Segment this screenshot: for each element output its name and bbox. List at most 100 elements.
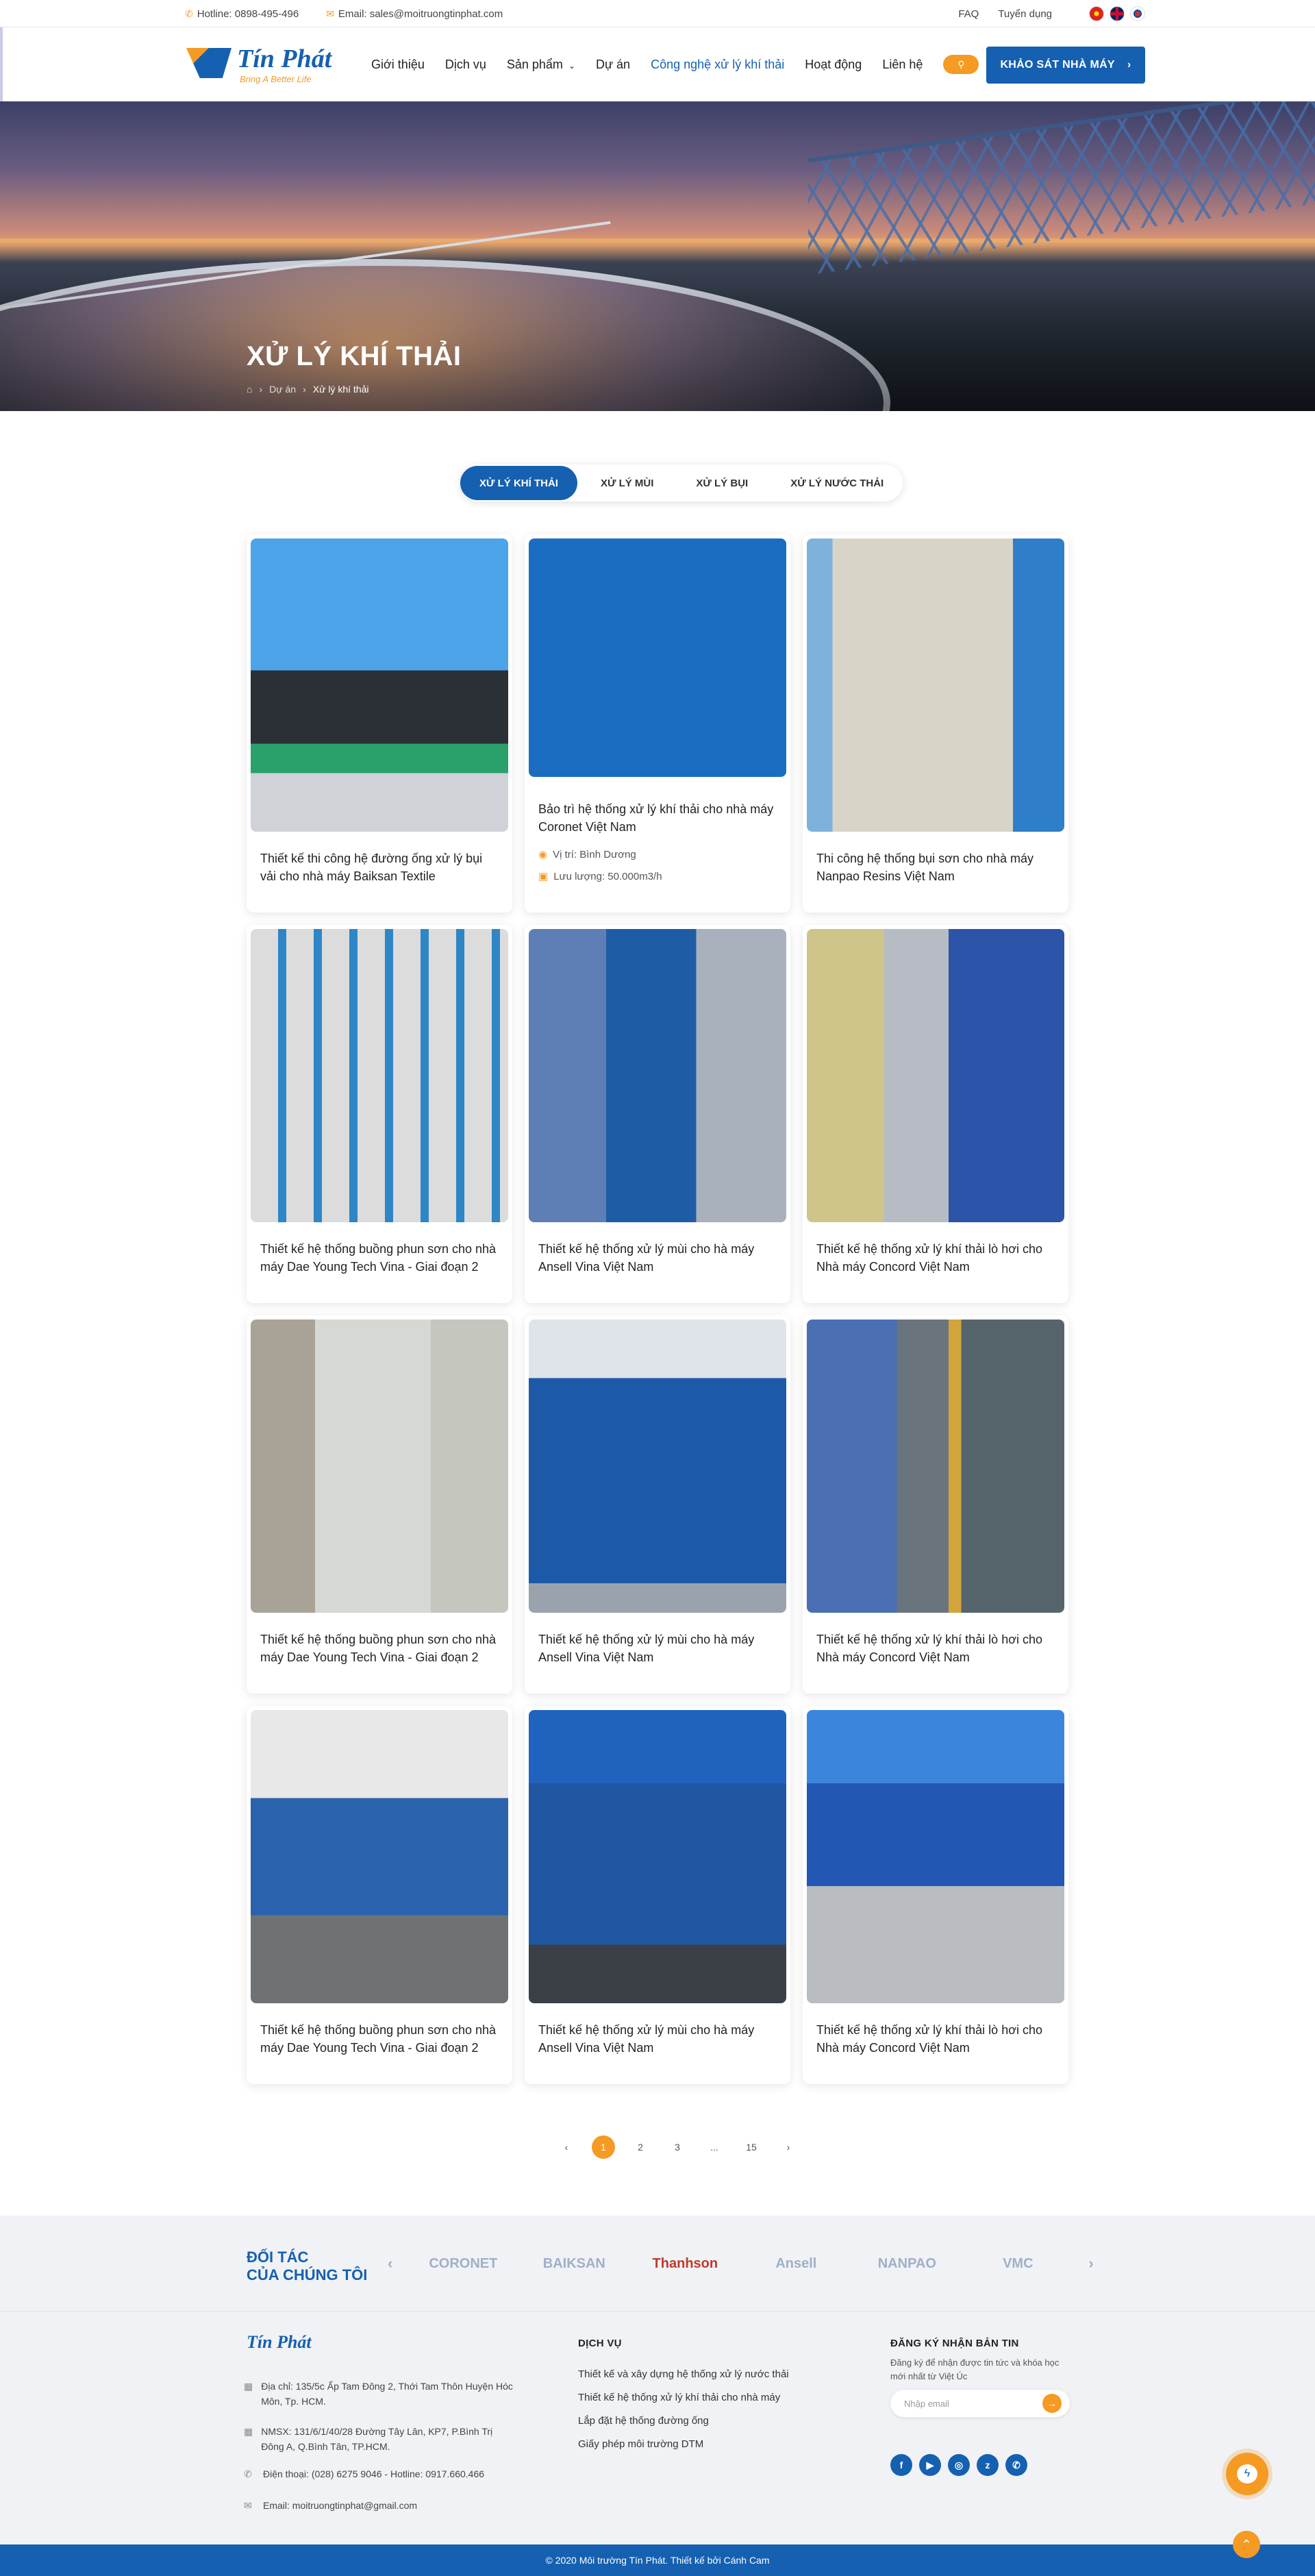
project-card[interactable]: Thiết kế hệ thống xử lý khí thải lò hơi … <box>803 1706 1068 2084</box>
nav-services[interactable]: Dịch vụ <box>445 58 486 72</box>
nav-activities[interactable]: Hoạt động <box>805 58 862 72</box>
site-logo[interactable]: Tín Phát Bring A Better Life <box>186 44 348 85</box>
uk-flag-icon[interactable] <box>1110 6 1125 21</box>
messenger-chat-button[interactable]: ϟ <box>1226 2453 1268 2495</box>
service-link[interactable]: Giấy phép môi trường DTM <box>578 2437 789 2452</box>
project-image[interactable] <box>529 538 786 777</box>
vietnam-flag-icon[interactable] <box>1089 6 1104 21</box>
factory-survey-button[interactable]: KHẢO SÁT NHÀ MÁY › <box>986 47 1145 84</box>
project-title[interactable]: Thiết kế hệ thống xử lý mùi cho hà máy A… <box>538 1631 778 1666</box>
tab-exhaust[interactable]: XỬ LÝ KHÍ THẢI <box>460 466 577 500</box>
zalo-icon[interactable]: z <box>977 2454 999 2476</box>
page-ellipsis: ... <box>710 2142 718 2153</box>
breadcrumb-projects[interactable]: Dự án <box>269 384 296 395</box>
footer-email-text: Email: moitruongtinphat@gmail.com <box>263 2500 418 2511</box>
service-link[interactable]: Thiết kế hệ thống xử lý khí thải cho nhà… <box>578 2390 789 2405</box>
nav-products[interactable]: Sản phẩm ⌄ <box>507 58 575 72</box>
partner-logo-baiksan[interactable]: BAIKSAN <box>534 2256 614 2272</box>
breadcrumb: ⌂ › Dự án › Xử lý khí thải <box>247 384 369 395</box>
project-title[interactable]: Thi công hệ thống bụi sơn cho nhà máy Na… <box>816 850 1056 885</box>
breadcrumb-separator-icon: › <box>303 384 306 395</box>
project-title[interactable]: Thiết kế hệ thống xử lý mùi cho hà máy A… <box>538 2021 778 2057</box>
project-image[interactable] <box>529 1320 786 1613</box>
project-card[interactable]: Thiết kế hệ thống xử lý mùi cho hà máy A… <box>525 925 790 1303</box>
project-image[interactable] <box>807 1710 1064 2003</box>
project-title[interactable]: Thiết kế hệ thống buồng phun sơn cho nhà… <box>260 1240 500 1276</box>
page-1[interactable]: 1 <box>592 2135 615 2159</box>
partner-logo-thanhson[interactable]: Thanhson <box>644 2256 725 2272</box>
hotline[interactable]: ✆ Hotline: 0898-495-496 <box>185 8 299 20</box>
project-card[interactable]: Thiết kế hệ thống buồng phun sơn cho nhà… <box>247 1315 512 1694</box>
footer-newsletter: ĐĂNG KÝ NHẬN BẢN TIN Đăng ký để nhận đượ… <box>890 2338 1075 2383</box>
project-card[interactable]: Thiết kế hệ thống buồng phun sơn cho nhà… <box>247 925 512 1303</box>
nav-projects[interactable]: Dự án <box>596 58 630 72</box>
project-image[interactable] <box>251 538 508 832</box>
services-heading: DỊCH VỤ <box>578 2338 622 2349</box>
chevron-down-icon: ⌄ <box>568 60 575 71</box>
footer-logo[interactable]: Tín Phát <box>247 2332 312 2353</box>
next-page-icon[interactable]: › <box>777 2135 800 2159</box>
nav-about[interactable]: Giới thiệu <box>371 58 425 72</box>
faq-link[interactable]: FAQ <box>958 8 979 20</box>
project-title[interactable]: Thiết kế hệ thống buồng phun sơn cho nhà… <box>260 1631 500 1666</box>
pagination: ‹ 1 2 3 ... 15 › <box>555 2135 800 2159</box>
tab-odor[interactable]: XỬ LÝ MÙI <box>581 466 673 500</box>
tab-wastewater[interactable]: XỬ LÝ NƯỚC THẢI <box>771 466 903 500</box>
project-title[interactable]: Thiết kế hệ thống xử lý mùi cho hà máy A… <box>538 1240 778 1276</box>
partner-logo-vmc[interactable]: VMC <box>977 2256 1058 2272</box>
project-title[interactable]: Thiết kế hệ thống xử lý khí thải lò hơi … <box>816 1631 1056 1666</box>
project-title[interactable]: Thiết kế hệ thống buồng phun sơn cho nhà… <box>260 2021 500 2057</box>
whatsapp-icon[interactable]: ✆ <box>1005 2454 1027 2476</box>
project-card[interactable]: Thiết kế thi công hệ đường ống xử lý bụi… <box>247 534 512 913</box>
project-title[interactable]: Thiết kế thi công hệ đường ống xử lý bụi… <box>260 850 500 885</box>
project-title[interactable]: Thiết kế hệ thống xử lý khí thải lò hơi … <box>816 1240 1056 1276</box>
nav-exhaust-tech[interactable]: Công nghệ xử lý khí thải <box>651 58 784 72</box>
korea-flag-icon[interactable] <box>1130 6 1145 21</box>
service-link[interactable]: Thiết kế và xây dựng hệ thống xử lý nước… <box>578 2367 789 2382</box>
project-image[interactable] <box>807 1320 1064 1613</box>
project-card[interactable]: Thi công hệ thống bụi sơn cho nhà máy Na… <box>803 534 1068 913</box>
project-title[interactable]: Thiết kế hệ thống xử lý khí thải lò hơi … <box>816 2021 1056 2057</box>
page-3[interactable]: 3 <box>666 2135 689 2159</box>
page-15[interactable]: 15 <box>740 2135 763 2159</box>
cta-label: KHẢO SÁT NHÀ MÁY <box>1000 59 1115 71</box>
project-image[interactable] <box>251 1320 508 1613</box>
project-card[interactable]: Thiết kế hệ thống xử lý khí thải lò hơi … <box>803 925 1068 1303</box>
partner-logo-nanpao[interactable]: NANPAO <box>866 2256 947 2272</box>
page-2[interactable]: 2 <box>629 2135 652 2159</box>
project-image[interactable] <box>807 538 1064 832</box>
project-location: ◉ Vị trí: Bình Dương <box>538 848 636 861</box>
newsletter-submit-button[interactable]: → <box>1042 2394 1062 2413</box>
back-to-top-button[interactable]: ⌃ <box>1233 2531 1260 2558</box>
project-image[interactable] <box>251 929 508 1222</box>
partners-next-icon[interactable]: › <box>1088 2255 1093 2272</box>
email[interactable]: ✉ Email: sales@moitruongtinphat.com <box>326 8 503 20</box>
nav-contact[interactable]: Liên hệ <box>882 58 923 72</box>
home-icon[interactable]: ⌂ <box>247 384 252 395</box>
service-link[interactable]: Lắp đặt hệ thống đường ống <box>578 2414 789 2429</box>
prev-page-icon[interactable]: ‹ <box>555 2135 578 2159</box>
search-button[interactable]: ⚲ <box>943 55 979 74</box>
partners-prev-icon[interactable]: ‹ <box>388 2255 392 2272</box>
services-list: Thiết kế và xây dựng hệ thống xử lý nước… <box>578 2367 789 2452</box>
careers-link[interactable]: Tuyển dụng <box>998 8 1052 20</box>
instagram-icon[interactable]: ◎ <box>948 2454 970 2476</box>
project-image[interactable] <box>529 929 786 1222</box>
partner-logo-ansell[interactable]: Ansell <box>755 2256 836 2272</box>
project-card[interactable]: Thiết kế hệ thống xử lý mùi cho hà máy A… <box>525 1706 790 2084</box>
project-capacity: ▣ Lưu lượng: 50.000m3/h <box>538 870 662 883</box>
partner-logos: ‹ CORONET BAIKSAN Thanhson Ansell NANPAO… <box>388 2243 1094 2284</box>
project-image[interactable] <box>807 929 1064 1222</box>
project-card[interactable]: Thiết kế hệ thống xử lý mùi cho hà máy A… <box>525 1315 790 1694</box>
facebook-icon[interactable]: f <box>890 2454 912 2476</box>
project-image[interactable] <box>529 1710 786 2003</box>
project-card[interactable]: Bảo trì hệ thống xử lý khí thải cho nhà … <box>525 534 790 913</box>
project-card[interactable]: Thiết kế hệ thống buồng phun sơn cho nhà… <box>247 1706 512 2084</box>
project-card[interactable]: Thiết kế hệ thống xử lý khí thải lò hơi … <box>803 1315 1068 1694</box>
project-title[interactable]: Bảo trì hệ thống xử lý khí thải cho nhà … <box>538 800 778 836</box>
location-text: Vị trí: Bình Dương <box>553 848 636 860</box>
partner-logo-coronet[interactable]: CORONET <box>423 2256 503 2272</box>
youtube-icon[interactable]: ▶ <box>919 2454 941 2476</box>
tab-dust[interactable]: XỬ LÝ BỤI <box>677 466 767 500</box>
project-image[interactable] <box>251 1710 508 2003</box>
